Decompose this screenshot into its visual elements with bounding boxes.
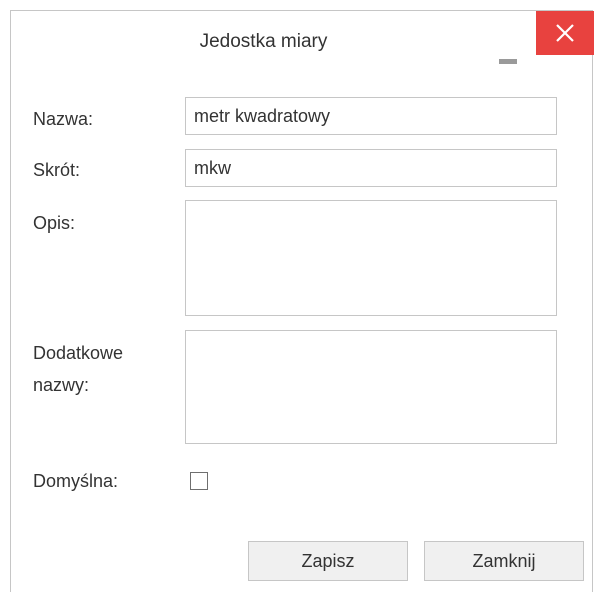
default-checkbox[interactable]	[190, 472, 208, 490]
close-button[interactable]	[536, 11, 594, 55]
minimize-button[interactable]	[489, 25, 525, 65]
description-label: Opis:	[33, 213, 76, 233]
description-textarea[interactable]	[185, 200, 557, 316]
short-input[interactable]	[185, 149, 557, 187]
minimize-icon	[499, 59, 517, 64]
additional-names-textarea[interactable]	[185, 330, 557, 444]
close-icon	[556, 24, 574, 42]
dialog-title: Jedostka miary	[199, 31, 328, 52]
additional-names-label-line2: nazwy:	[33, 375, 90, 395]
default-label: Domyślna:	[33, 471, 119, 491]
save-button[interactable]: Zapisz	[248, 541, 408, 581]
unit-dialog: Jedostka miary Nazwa: Skrót: Opis: Dodat…	[10, 10, 594, 592]
close-dialog-button[interactable]: Zamknij	[424, 541, 584, 581]
name-input[interactable]	[185, 97, 557, 135]
short-label: Skrót:	[33, 160, 81, 180]
additional-names-label-line1: Dodatkowe	[33, 343, 124, 363]
name-label: Nazwa:	[33, 109, 94, 129]
dialog-titlebar[interactable]: Jedostka miary	[11, 11, 594, 75]
